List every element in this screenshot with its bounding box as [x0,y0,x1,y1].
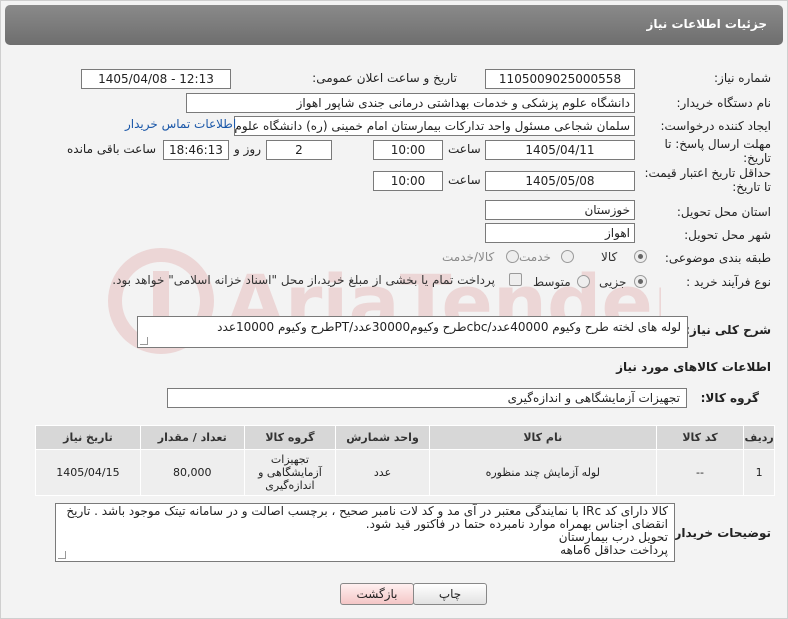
print-button[interactable]: چاپ [413,583,487,605]
goods-group-field[interactable]: تجهیزات آزمایشگاهی و اندازه‌گیری [167,388,687,408]
buyer-notes-label: توضیحات خریدار: [669,526,771,540]
requester-field[interactable]: سلمان شجاعی مسئول واحد تدارکات بیمارستان… [234,116,635,136]
remaining-time-field: 18:46:13 [163,140,229,160]
price-validity-label-line2: تا تاریخ: [732,180,771,194]
response-deadline-label-line2: تاریخ: [743,151,771,165]
need-number-field[interactable]: 1105009025000558 [485,69,635,89]
need-summary-field[interactable]: لوله های لخته طرح وکیوم 40000عدد/cbcطرح … [137,316,688,348]
cell-need-date: 1405/04/15 [35,449,141,496]
response-deadline-time-label: ساعت [448,142,481,156]
items-table: ردیف کد کالا نام کالا واحد شمارش گروه کا… [35,425,775,496]
remaining-days-field: 2 [266,140,332,160]
price-validity-date-field[interactable]: 1405/05/08 [485,171,635,191]
col-name: نام کالا [428,425,657,450]
remaining-days-label: روز و [234,142,261,156]
page-title: جزئیات اطلاعات نیاز [646,17,767,31]
process-option-medium: متوسط [533,275,571,289]
category-radio-goods[interactable] [634,250,647,263]
cell-name: لوله آزمایش چند منظوره [428,449,657,496]
process-option-minor: جزیی [599,275,627,289]
need-summary-text: لوله های لخته طرح وکیوم 40000عدد/cbcطرح … [217,320,681,334]
delivery-province-label: استان محل تحویل: [676,205,771,219]
announce-datetime-field[interactable]: 1405/04/08 - 12:13 [81,69,231,89]
category-option-goods-service: کالا/خدمت [442,250,495,264]
col-unit: واحد شمارش [335,425,430,450]
price-validity-label-line1: حداقل تاریخ اعتبار قیمت: [644,166,771,180]
col-quantity: تعداد / مقدار [139,425,245,450]
treasury-payment-note: پرداخت تمام یا بخشی از مبلغ خرید،از محل … [112,273,495,287]
resize-handle[interactable] [140,337,148,345]
need-summary-label: شرح کلی نیاز: [685,323,771,337]
process-radio-minor[interactable] [634,275,647,288]
resize-handle[interactable] [58,551,66,559]
cell-code: -- [655,449,745,496]
col-group: گروه کالا [243,425,337,450]
delivery-city-field[interactable]: اهواز [485,223,635,243]
treasury-payment-checkbox[interactable] [509,273,522,286]
items-table-header: ردیف کد کالا نام کالا واحد شمارش گروه کا… [35,425,775,450]
cell-quantity: 80,000 [139,449,245,496]
col-row: ردیف [743,425,775,450]
price-validity-time-label: ساعت [448,173,481,187]
goods-group-label: گروه کالا: [700,391,759,405]
buyer-notes-field[interactable]: کالا دارای کد IRc با نمایندگی معتبر در آ… [55,503,675,562]
response-deadline-time-field[interactable]: 10:00 [373,140,443,160]
response-deadline-label-line1: مهلت ارسال پاسخ: تا [664,137,771,151]
need-number-label: شماره نیاز: [714,71,771,85]
delivery-city-label: شهر محل تحویل: [684,228,771,242]
delivery-province-field[interactable]: خوزستان [485,200,635,220]
buyer-org-label: نام دستگاه خریدار: [676,96,772,110]
category-label: طبقه بندی موضوعی: [664,251,771,265]
buyer-contact-link[interactable]: اطلاعات تماس خریدار [125,117,236,131]
price-validity-label: حداقل تاریخ اعتبار قیمت: تا تاریخ: [644,166,771,194]
announce-datetime-label: تاریخ و ساعت اعلان عمومی: [312,71,457,85]
category-option-service: خدمت [519,250,551,264]
back-button[interactable]: بازگشت [340,583,414,605]
response-deadline-date-field[interactable]: 1405/04/11 [485,140,635,160]
category-radio-goods-service[interactable] [506,250,519,263]
response-deadline-label: مهلت ارسال پاسخ: تا تاریخ: [664,137,771,165]
remaining-time-label: ساعت باقی مانده [67,142,157,156]
price-validity-time-field[interactable]: 10:00 [373,171,443,191]
purchase-process-label: نوع فرآیند خرید : [686,275,771,289]
col-code: کد کالا [655,425,745,450]
page-frame: جزئیات اطلاعات نیاز AriaTender.neT شماره… [0,0,788,619]
col-need-date: تاریخ نیاز [35,425,141,450]
category-option-goods: کالا [601,250,618,264]
cell-row: 1 [743,449,775,496]
page-header: جزئیات اطلاعات نیاز [5,5,783,45]
requester-label: ایجاد کننده درخواست: [660,119,771,133]
cell-group: تجهیزات آزمایشگاهی و اندازه‌گیری [243,449,337,496]
process-radio-medium[interactable] [577,275,590,288]
buyer-org-field[interactable]: دانشگاه علوم پزشکی و خدمات بهداشتی درمان… [186,93,635,113]
buyer-notes-line: پرداخت حداقل 6ماهه [560,543,668,557]
goods-info-title: اطلاعات کالاهای مورد نیاز [616,360,771,374]
table-row: 1 -- لوله آزمایش چند منظوره عدد تجهیزات … [35,449,775,496]
cell-unit: عدد [335,449,430,496]
category-radio-service[interactable] [561,250,574,263]
